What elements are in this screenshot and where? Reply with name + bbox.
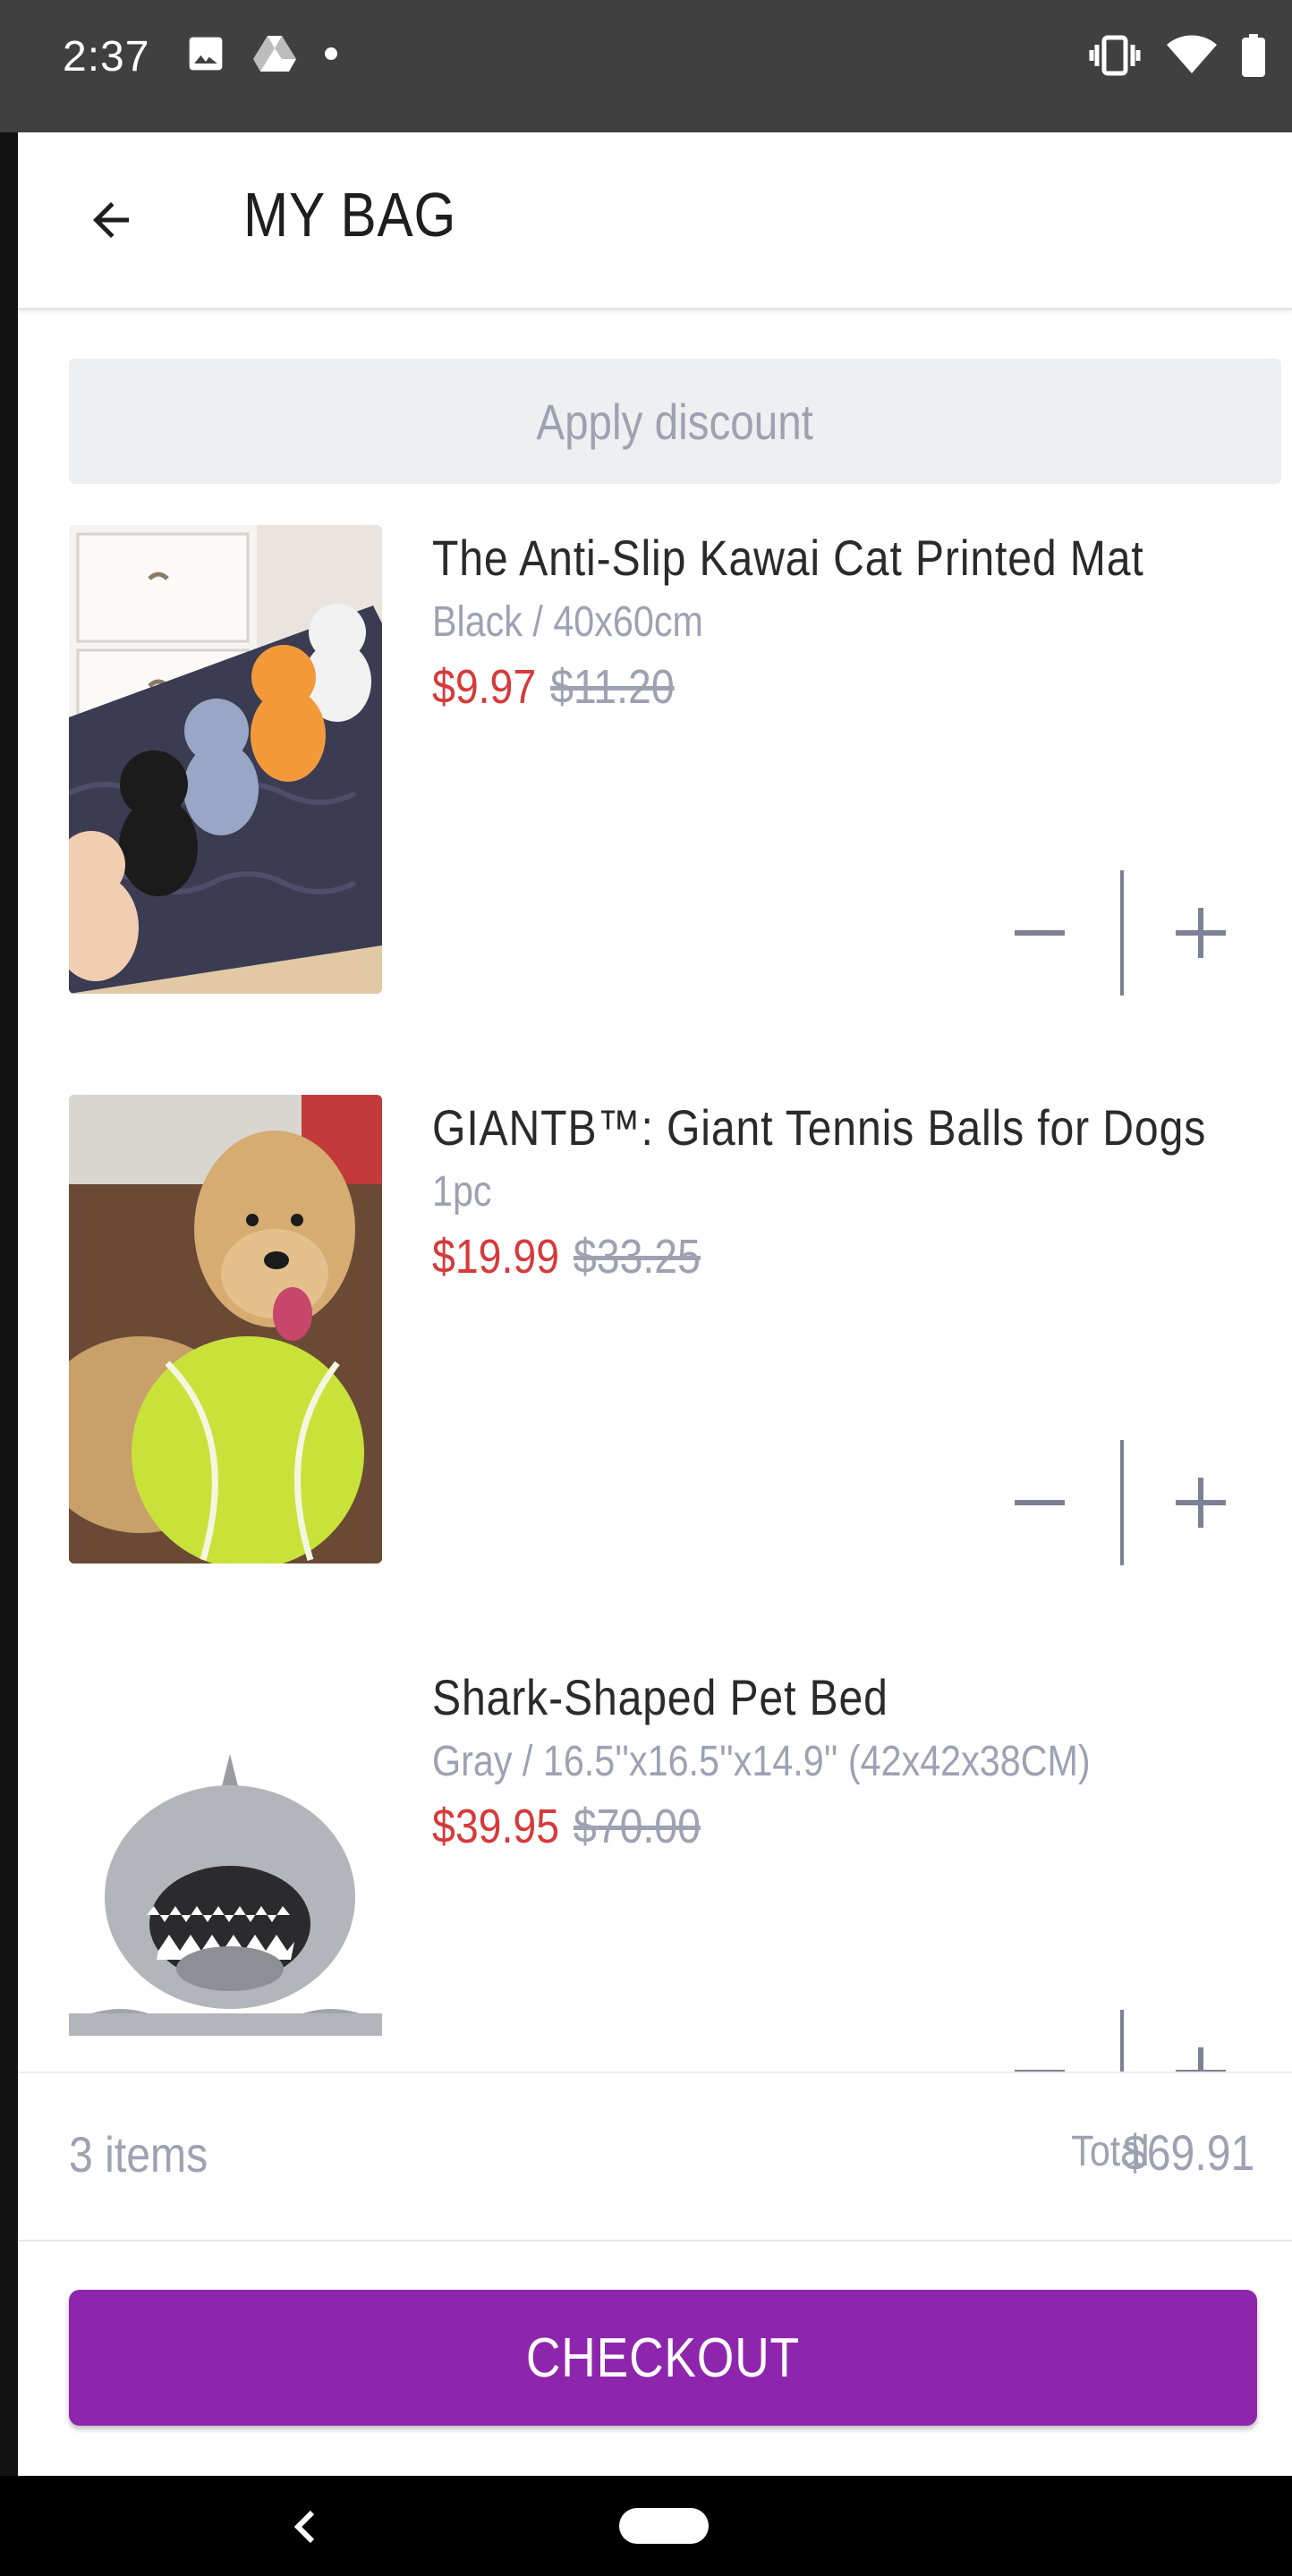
item-old-price: $11.20 — [550, 660, 675, 714]
product-image-cat-mat[interactable] — [69, 525, 382, 994]
vibrate-icon — [1088, 34, 1142, 81]
cart-item: GIANTB™: Giant Tennis Balls for Dogs 1pc… — [69, 1095, 1281, 1569]
item-variant: Black / 40x60cm — [432, 598, 703, 646]
item-prices: $19.99 $33.25 — [432, 1229, 1171, 1284]
checkout-label: CHECKOUT — [525, 2326, 801, 2389]
drive-icon — [252, 34, 297, 78]
app-bar: MY BAG — [18, 132, 1292, 310]
minus-icon[interactable] — [999, 2037, 1080, 2072]
item-count: 3 items — [69, 2126, 208, 2182]
item-prices: $39.95 $70.00 — [432, 1799, 1171, 1854]
item-old-price: $70.00 — [573, 1800, 701, 1853]
plus-icon[interactable] — [1160, 897, 1241, 969]
quantity-stepper — [999, 1440, 1268, 1565]
item-variant: 1pc — [432, 1168, 492, 1216]
plus-icon[interactable] — [1160, 2037, 1241, 2072]
item-price: $19.99 — [432, 1230, 560, 1284]
apply-discount-button[interactable]: Apply discount — [69, 359, 1281, 484]
status-left-icons — [186, 34, 338, 78]
battery-icon — [1242, 34, 1265, 81]
item-price: $39.95 — [432, 1800, 560, 1853]
quantity-divider — [1120, 2010, 1124, 2072]
arrow-left-icon[interactable] — [75, 184, 147, 256]
quantity-stepper — [999, 870, 1268, 996]
item-old-price: $33.25 — [573, 1230, 701, 1284]
plus-icon[interactable] — [1160, 1467, 1241, 1538]
nav-home-pill[interactable] — [619, 2508, 709, 2544]
cart-summary: 3 items Total $69.91 — [18, 2072, 1292, 2241]
system-nav-bar — [0, 2476, 1292, 2576]
item-variant: Gray / 16.5''x16.5''x14.9'' (42x42x38CM) — [432, 1738, 1091, 1785]
quantity-divider — [1120, 1440, 1124, 1565]
status-right-icons — [1088, 34, 1265, 81]
quantity-stepper — [999, 2010, 1268, 2072]
minus-icon[interactable] — [999, 897, 1080, 969]
cart-item: Shark-Shaped Pet Bed Gray / 16.5''x16.5'… — [69, 1665, 1281, 2072]
item-name[interactable]: Shark-Shaped Pet Bed — [432, 1668, 1171, 1726]
status-time: 2:37 — [63, 33, 150, 80]
product-image-tennis-ball[interactable] — [69, 1095, 382, 1563]
dot-icon — [324, 47, 338, 65]
item-name[interactable]: The Anti-Slip Kawai Cat Printed Mat — [432, 529, 1171, 587]
checkout-button[interactable]: CHECKOUT — [69, 2290, 1257, 2426]
apply-discount-label: Apply discount — [536, 393, 814, 450]
item-clip: Shark-Shaped Pet Bed Gray / 16.5''x16.5'… — [0, 1646, 1292, 2072]
item-name[interactable]: GIANTB™: Giant Tennis Balls for Dogs — [432, 1098, 1205, 1157]
minus-icon[interactable] — [999, 1467, 1080, 1538]
total-value: $69.91 — [1122, 2124, 1254, 2181]
item-info: Shark-Shaped Pet Bed Gray / 16.5''x16.5'… — [432, 1665, 1291, 1854]
image-icon — [186, 34, 225, 78]
item-info: GIANTB™: Giant Tennis Balls for Dogs 1pc… — [432, 1095, 1291, 1284]
status-bar: 2:37 — [0, 0, 1292, 132]
cart-item: The Anti-Slip Kawai Cat Printed Mat Blac… — [69, 525, 1281, 999]
item-prices: $9.97 $11.20 — [432, 659, 1171, 715]
item-price: $9.97 — [432, 660, 537, 714]
item-info: The Anti-Slip Kawai Cat Printed Mat Blac… — [432, 525, 1291, 715]
quantity-divider — [1120, 870, 1124, 996]
nav-back-icon[interactable] — [277, 2496, 331, 2558]
wifi-icon — [1167, 35, 1217, 80]
page-title: MY BAG — [243, 180, 457, 250]
product-image-shark-bed[interactable] — [69, 1665, 382, 2072]
